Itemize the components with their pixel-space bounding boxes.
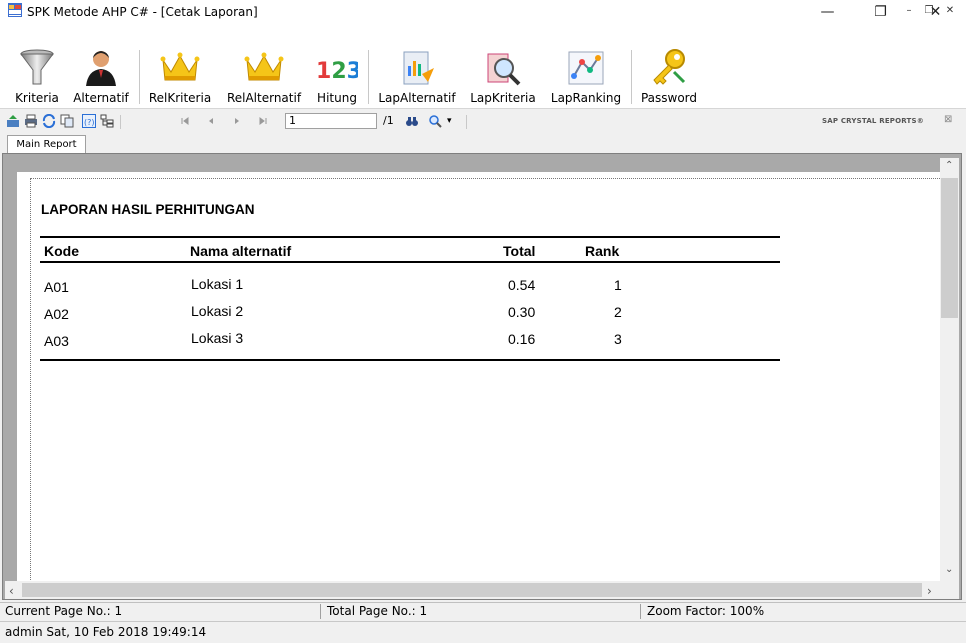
magnifier-report-icon <box>487 53 521 86</box>
cell-total: 0.16 <box>508 331 536 347</box>
mdi-restore-button[interactable]: ❐ <box>921 4 937 18</box>
funnel-icon <box>20 49 54 85</box>
cell-rank: 2 <box>614 304 622 320</box>
restore-button[interactable]: ❐ <box>858 0 903 24</box>
cell-total: 0.30 <box>508 304 536 320</box>
toolbar-lapalternatif-button[interactable]: LapAlternatif <box>374 46 460 106</box>
status-separator <box>320 604 321 619</box>
toolbar-lapranking-button[interactable]: LapRanking <box>547 46 625 106</box>
export-icon[interactable] <box>6 114 20 128</box>
toolbar-password-button[interactable]: Password <box>637 46 701 106</box>
mdi-bar <box>0 24 966 44</box>
scroll-right-icon[interactable]: › <box>927 584 932 598</box>
mdi-child-icon <box>8 3 22 15</box>
mdi-close-button[interactable]: ✕ <box>942 4 958 18</box>
print-icon[interactable] <box>24 114 38 128</box>
scroll-up-icon[interactable]: ⌃ <box>945 160 953 171</box>
toolbar-separator <box>631 50 632 104</box>
header-rank: Rank <box>585 243 620 259</box>
cell-nama: Lokasi 3 <box>191 330 244 346</box>
toolbar-separator <box>139 50 140 104</box>
header-total: Total <box>503 243 536 259</box>
toolbar-relalternatif-button[interactable]: RelAlternatif <box>222 46 306 106</box>
status-current-page: Current Page No.: 1 <box>5 604 123 618</box>
cell-nama: Lokasi 1 <box>191 276 244 292</box>
toolbar-relkriteria-label: RelKriteria <box>148 91 212 105</box>
status-bar <box>0 602 966 621</box>
page-number-input[interactable]: 1 <box>285 113 377 129</box>
toolbar-hitung-label: Hitung <box>317 91 357 105</box>
header-rule-top <box>40 236 780 238</box>
cell-total: 0.54 <box>508 277 536 293</box>
refresh-icon[interactable] <box>42 114 56 128</box>
crystal-reports-brand: SAP CRYSTAL REPORTS® <box>822 117 924 125</box>
status-separator <box>640 604 641 619</box>
status-zoom: Zoom Factor: 100% <box>647 604 765 618</box>
first-page-icon[interactable] <box>178 114 192 128</box>
close-report-icon[interactable]: ⊠ <box>944 114 952 125</box>
cell-kode: A02 <box>44 306 69 322</box>
toolbar-relkriteria-button[interactable]: RelKriteria <box>145 46 215 106</box>
numbers-123-icon: 123 <box>316 59 358 84</box>
toolbar-separator <box>368 50 369 104</box>
binoculars-icon[interactable] <box>405 114 419 128</box>
toggle-group-tree-icon[interactable]: (?) <box>82 114 96 128</box>
cell-nama: Lokasi 2 <box>191 303 244 319</box>
user-icon <box>86 51 116 86</box>
crown-icon <box>160 52 200 81</box>
vertical-scroll-thumb[interactable] <box>941 178 958 318</box>
toolbar-lapkriteria-button[interactable]: LapKriteria <box>466 46 540 106</box>
header-nama-alternatif: Nama alternatif <box>190 243 292 259</box>
toolbar-alternatif-label: Alternatif <box>73 91 129 105</box>
scroll-left-icon[interactable]: ‹ <box>9 584 14 598</box>
copy-icon[interactable] <box>60 114 74 128</box>
previous-page-icon[interactable] <box>204 114 218 128</box>
page-total-label: /1 <box>383 114 394 127</box>
window-title: SPK Metode AHP C# - [Cetak Laporan] <box>27 5 258 19</box>
toolbar-lapkriteria-label: LapKriteria <box>470 91 536 105</box>
zoom-dropdown-chevron-icon[interactable]: ▾ <box>447 116 452 126</box>
toolbar-separator <box>120 115 121 129</box>
toolbar-separator <box>466 115 467 129</box>
tab-main-report[interactable]: Main Report <box>7 135 86 154</box>
report-title: LAPORAN HASIL PERHITUNGAN <box>41 202 255 217</box>
table-rule-bottom <box>40 359 780 361</box>
minimize-button[interactable]: — <box>805 0 850 24</box>
toolbar-password-label: Password <box>640 91 698 105</box>
status-total-page: Total Page No.: 1 <box>327 604 428 618</box>
crown-icon <box>244 52 284 81</box>
toolbar-hitung-button[interactable]: 123 Hitung <box>311 46 363 106</box>
horizontal-scroll-thumb[interactable] <box>22 583 922 597</box>
mdi-minimize-button[interactable]: – <box>901 4 917 18</box>
toolbar-kriteria-button[interactable]: Kriteria <box>8 46 66 106</box>
report-page-margin-guide <box>30 178 940 582</box>
toolbar-kriteria-label: Kriteria <box>15 91 59 105</box>
cell-kode: A03 <box>44 333 69 349</box>
toolbar-lapranking-label: LapRanking <box>550 91 622 105</box>
key-icon <box>653 49 686 85</box>
scroll-down-icon[interactable]: ⌄ <box>945 564 953 575</box>
header-rule-bottom <box>40 261 780 263</box>
cell-rank: 3 <box>614 331 622 347</box>
report-chart-icon <box>403 51 434 85</box>
cell-rank: 1 <box>614 277 622 293</box>
last-page-icon[interactable] <box>256 114 270 128</box>
cell-kode: A01 <box>44 279 69 295</box>
user-session-info: admin Sat, 10 Feb 2018 19:49:14 <box>5 625 207 639</box>
next-page-icon[interactable] <box>230 114 244 128</box>
svg-text:(?): (?) <box>84 118 95 127</box>
toolbar-lapalternatif-label: LapAlternatif <box>378 91 456 105</box>
zoom-icon[interactable] <box>428 114 442 128</box>
header-kode: Kode <box>44 243 79 259</box>
toolbar-relalternatif-label: RelAlternatif <box>226 91 302 105</box>
toolbar-alternatif-button[interactable]: Alternatif <box>68 46 134 106</box>
svg-text:123: 123 <box>316 59 358 84</box>
group-tree-icon[interactable] <box>100 114 114 128</box>
network-graph-icon <box>568 51 604 85</box>
